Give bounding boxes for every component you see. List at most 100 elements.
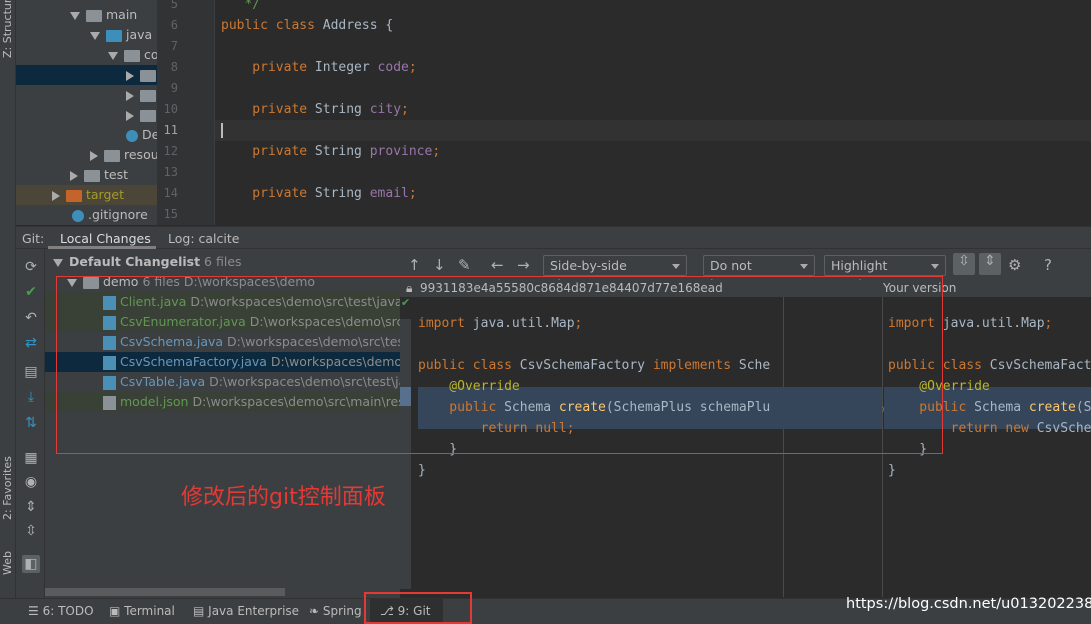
code-token: ; [1044, 316, 1053, 331]
code-line: private String province; [221, 141, 440, 162]
folder-icon [140, 69, 156, 82]
horizontal-scrollbar[interactable] [45, 588, 285, 596]
file-icon [72, 209, 84, 222]
settings-gear-icon[interactable]: ⚙ [1008, 256, 1021, 274]
expand-icon[interactable] [126, 110, 134, 121]
next-diff-icon[interactable]: ↓ [433, 256, 446, 274]
next-file-icon[interactable]: → [517, 256, 530, 274]
tree-item[interactable]: co [16, 65, 157, 85]
expand-icon[interactable] [126, 90, 134, 101]
changelist-row[interactable]: Default Changelist 6 files [53, 252, 400, 272]
git-tool-header: Git: Local Changes Log: calcite [16, 226, 1091, 249]
tree-item-label: com.e [144, 47, 157, 62]
code-token: create [1028, 400, 1076, 415]
refresh-icon[interactable]: ⟳ [22, 258, 40, 276]
update-icon[interactable]: ⤓ [22, 388, 40, 406]
changelist-name: Default Changelist [69, 254, 201, 269]
terminal-tab[interactable]: ▣ Terminal [109, 604, 175, 618]
tree-item[interactable]: .gitignore [16, 205, 157, 225]
collapse-icon[interactable] [90, 31, 100, 40]
spring-tab[interactable]: ❧ Spring [309, 604, 362, 618]
changelist-count: 6 files [204, 254, 242, 269]
prev-diff-icon[interactable]: ↑ [408, 256, 421, 274]
line-number: 14 [163, 186, 178, 200]
git-toolbar: ⟳ ✔ ↶ ⇄ ▤ ⤓ ⇅ ▦ ◉ ⇕ ⇳ ◧ [16, 249, 45, 598]
annotation-box-git-tab [364, 592, 472, 624]
code-line: */ [221, 0, 260, 15]
line-number: 12 [163, 144, 178, 158]
folder-icon [106, 29, 122, 42]
collapse-icon[interactable] [108, 51, 118, 60]
tree-item[interactable]: java [16, 25, 157, 45]
git-label: Git: [22, 231, 45, 246]
expand-icon[interactable] [70, 170, 78, 181]
code-token: CsvSchemaFact [989, 358, 1091, 373]
folder-icon [140, 89, 156, 102]
line-number: 8 [170, 60, 178, 74]
folder-icon [84, 169, 100, 182]
tree-item-label: De [142, 127, 157, 142]
editor-gutter: 5 6 7 8 9 10 11 12 13 14 15 [157, 0, 215, 225]
tree-item[interactable]: resource [16, 145, 157, 165]
todo-tab[interactable]: ☰ 6: TODO [28, 604, 94, 618]
favorites-tool-tab[interactable]: 2: Favorites [1, 456, 14, 520]
tree-item[interactable]: com.e [16, 45, 157, 65]
tree-item[interactable]: De [16, 125, 157, 145]
tree-item-label: .gitignore [88, 207, 148, 222]
code-token: ; [432, 144, 441, 159]
preview-diff-icon[interactable]: ◧ [22, 555, 40, 573]
code-token: CsvSche [1036, 421, 1091, 436]
code-token: Schema [974, 400, 1029, 415]
java-enterprise-tab[interactable]: ▤ Java Enterprise [193, 604, 299, 618]
text-cursor [221, 123, 223, 138]
rollback-icon[interactable]: ↶ [22, 309, 40, 327]
tab-local-changes[interactable]: Local Changes [60, 231, 151, 246]
ignore-whitespace-dropdown[interactable]: Do not ignore [703, 255, 815, 292]
tree-item[interactable]: main [16, 5, 157, 25]
code-token: city [369, 102, 402, 117]
code-token: private [221, 144, 315, 159]
expand-icon[interactable] [53, 258, 63, 267]
code-token: Integer [314, 60, 378, 75]
code-token: ; [408, 60, 417, 75]
tree-item-label: test [104, 167, 129, 182]
code-line: public class Address { [221, 15, 393, 36]
tree-item[interactable]: test [16, 165, 157, 185]
tree-item[interactable]: to [16, 105, 157, 125]
diff-left-line: } [418, 460, 426, 481]
highlight-dropdown[interactable]: Highlight words [824, 255, 946, 292]
diff-icon[interactable]: ⇄ [22, 334, 40, 352]
annotation-box [56, 276, 943, 454]
collapse-icon[interactable] [70, 11, 80, 20]
tree-item-label: main [106, 7, 138, 22]
expand-icon[interactable] [52, 190, 60, 201]
tree-item[interactable]: co [16, 85, 157, 105]
prev-file-icon[interactable]: ← [491, 256, 504, 274]
expand-icon[interactable] [90, 150, 98, 161]
web-tool-tab[interactable]: Web [1, 551, 14, 575]
collapse-all-icon[interactable]: ⇳ [22, 522, 40, 540]
code-token: public class [221, 18, 323, 33]
code-editor[interactable]: */ public class Address { private Integer… [215, 0, 1091, 225]
group-by-icon[interactable]: ▦ [22, 449, 40, 467]
line-number: 15 [163, 207, 178, 221]
structure-tool-tab[interactable]: Z: Structure [1, 0, 14, 58]
line-number: 7 [170, 39, 178, 53]
project-tree: mainjavacom.ecocotoDeresourcetesttarget.… [16, 0, 157, 225]
expand-all-icon[interactable]: ⇕ [22, 498, 40, 516]
viewer-mode-dropdown[interactable]: Side-by-side viewer [543, 255, 687, 292]
collapse-unchanged-icon[interactable]: ⇳ [953, 253, 975, 275]
commit-check-icon[interactable]: ✔ [22, 283, 40, 301]
shelve-icon[interactable]: ▤ [22, 363, 40, 381]
view-options-icon[interactable]: ◉ [22, 473, 40, 491]
code-token: ; [401, 102, 409, 117]
expand-icon[interactable] [126, 70, 134, 81]
help-icon[interactable]: ? [1044, 256, 1052, 274]
tab-log[interactable]: Log: calcite [168, 231, 239, 246]
sync-scroll-icon[interactable]: ⇕ [979, 253, 1001, 275]
tree-item[interactable]: target [16, 185, 157, 205]
edit-source-icon[interactable]: ✎ [458, 256, 471, 274]
folder-icon [66, 189, 82, 202]
code-token: email [369, 186, 409, 201]
merge-icon[interactable]: ⇅ [22, 414, 40, 432]
